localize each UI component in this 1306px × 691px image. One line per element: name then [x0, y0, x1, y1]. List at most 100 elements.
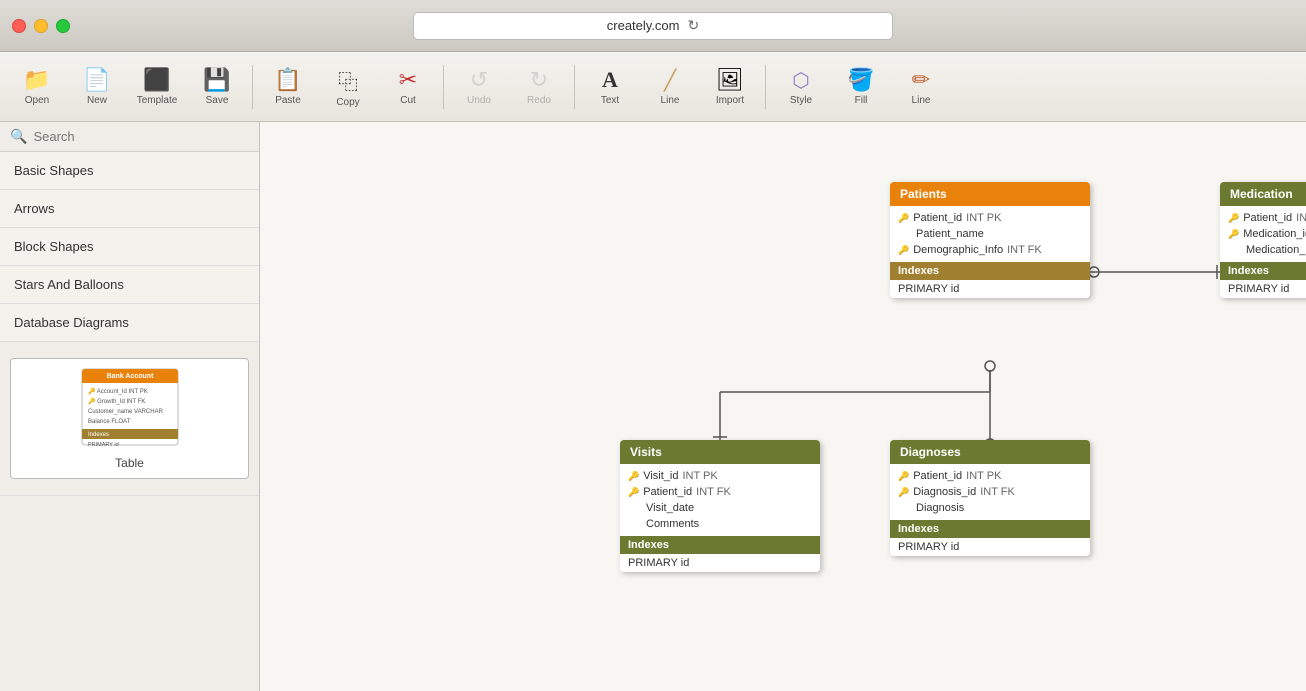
sidebar-item-arrows[interactable]: Arrows — [0, 190, 259, 228]
field-name: Diagnosis — [916, 502, 964, 514]
field-name: Patient_id — [1243, 212, 1292, 224]
minimize-button[interactable] — [34, 19, 48, 33]
undo-label: Undo — [467, 95, 491, 106]
sidebar-item-label: Block Shapes — [14, 239, 94, 254]
paste-button[interactable]: 📋 Paste — [259, 57, 317, 117]
separator-4 — [765, 65, 766, 109]
table-row: 🔑 Visit_id INT PK — [620, 468, 820, 484]
sidebar-item-stars-balloons[interactable]: Stars And Balloons — [0, 266, 259, 304]
open-label: Open — [25, 95, 49, 106]
key-icon: 🔑 — [898, 471, 909, 482]
redo-button[interactable]: ↻ Redo — [510, 57, 568, 117]
fill-icon: 🪣 — [847, 67, 874, 93]
diagnoses-body: 🔑 Patient_id INT PK 🔑 Diagnosis_id INT F… — [890, 464, 1090, 520]
key-icon: 🔑 — [628, 471, 639, 482]
save-label: Save — [206, 95, 229, 106]
patients-table[interactable]: Patients 🔑 Patient_id INT PK Patient_nam… — [890, 182, 1090, 298]
diagnoses-table[interactable]: Diagnoses 🔑 Patient_id INT PK 🔑 Diagnosi… — [890, 440, 1090, 556]
style-icon: ⬡ — [792, 68, 809, 93]
style-button[interactable]: ⬡ Style — [772, 57, 830, 117]
line-style-icon: ✏ — [912, 67, 930, 93]
template-icon: ⬛ — [143, 67, 170, 93]
sidebar-item-basic-shapes[interactable]: Basic Shapes — [0, 152, 259, 190]
medication-title: Medication — [1220, 182, 1306, 206]
field-name: Diagnosis_id — [913, 486, 976, 498]
close-button[interactable] — [12, 19, 26, 33]
maximize-button[interactable] — [56, 19, 70, 33]
field-type: INT FK — [696, 486, 731, 498]
visits-index-row: PRIMARY id — [620, 554, 820, 572]
key-icon: 🔑 — [1228, 213, 1239, 224]
line-style-button[interactable]: ✏ Line — [892, 57, 950, 117]
sidebar: 🔍 Basic Shapes Arrows Block Shapes Stars… — [0, 122, 260, 691]
medication-table[interactable]: Medication 🔑 Patient_id INT PK 🔑 Medicat… — [1220, 182, 1306, 298]
cut-label: Cut — [400, 95, 416, 106]
search-bar: 🔍 — [0, 122, 259, 152]
field-name: Patient_id — [643, 486, 692, 498]
table-row: 🔑 Patient_id INT FK — [620, 484, 820, 500]
table-row: Medication_name — [1220, 242, 1306, 258]
fill-label: Fill — [855, 95, 868, 106]
new-label: New — [87, 95, 107, 106]
svg-text:Indexes: Indexes — [88, 432, 109, 438]
diagnoses-title: Diagnoses — [890, 440, 1090, 464]
sidebar-item-label: Database Diagrams — [14, 315, 129, 330]
field-name: Patient_id — [913, 470, 962, 482]
field-name: Patient_id — [913, 212, 962, 224]
url-bar[interactable]: creately.com ↻ — [413, 12, 893, 40]
diagnoses-indexes-header: Indexes — [890, 520, 1090, 538]
toolbar: 📁 Open 📄 New ⬛ Template 💾 Save 📋 Paste ⿻… — [0, 52, 1306, 122]
field-type: INT FK — [1007, 244, 1042, 256]
svg-text:Balance FLOAT: Balance FLOAT — [88, 419, 131, 425]
table-row: Comments — [620, 516, 820, 532]
table-row: 🔑 Diagnosis_id INT FK — [890, 484, 1090, 500]
table-row: Diagnosis — [890, 500, 1090, 516]
line-draw-icon: ╱ — [664, 68, 676, 93]
undo-icon: ↺ — [470, 67, 488, 93]
field-type: INT PK — [966, 212, 1001, 224]
open-button[interactable]: 📁 Open — [8, 57, 66, 117]
sidebar-item-label: Basic Shapes — [14, 163, 94, 178]
cut-button[interactable]: ✂ Cut — [379, 57, 437, 117]
paste-label: Paste — [275, 95, 301, 106]
key-icon: 🔑 — [898, 245, 909, 256]
save-button[interactable]: 💾 Save — [188, 57, 246, 117]
template-button[interactable]: ⬛ Template — [128, 57, 186, 117]
undo-button[interactable]: ↺ Undo — [450, 57, 508, 117]
canvas-area[interactable]: Patients 🔑 Patient_id INT PK Patient_nam… — [260, 122, 1306, 691]
refresh-icon[interactable]: ↻ — [688, 17, 700, 34]
import-button[interactable]: 🖼 Import — [701, 57, 759, 117]
copy-icon: ⿻ — [338, 66, 358, 95]
svg-text:Bank Account: Bank Account — [106, 373, 153, 380]
table-thumbnail: Bank Account 🔑 Account_Id INT PK 🔑 Growt… — [80, 367, 180, 447]
line-button[interactable]: ╱ Line — [641, 57, 699, 117]
field-name: Medication_name — [1246, 244, 1306, 256]
svg-text:PRIMARY id: PRIMARY id — [88, 442, 119, 447]
field-name: Visit_date — [646, 502, 694, 514]
connectors-svg — [260, 122, 1306, 691]
fill-button[interactable]: 🪣 Fill — [832, 57, 890, 117]
style-label: Style — [790, 95, 812, 106]
cut-icon: ✂ — [399, 67, 417, 93]
open-icon: 📁 — [23, 67, 50, 93]
table-row: 🔑 Demographic_Info INT FK — [890, 242, 1090, 258]
search-input[interactable] — [33, 129, 249, 144]
field-type: INT FK — [980, 486, 1015, 498]
table-row: 🔑 Medication_id INT FK — [1220, 226, 1306, 242]
new-button[interactable]: 📄 New — [68, 57, 126, 117]
text-button[interactable]: A Text — [581, 57, 639, 117]
copy-button[interactable]: ⿻ Copy — [319, 57, 377, 117]
text-icon: A — [602, 67, 618, 93]
field-name: Comments — [646, 518, 699, 530]
table-row: 🔑 Patient_id INT PK — [890, 210, 1090, 226]
visits-table[interactable]: Visits 🔑 Visit_id INT PK 🔑 Patient_id IN… — [620, 440, 820, 572]
visits-indexes-header: Indexes — [620, 536, 820, 554]
sidebar-item-database-diagrams[interactable]: Database Diagrams — [0, 304, 259, 342]
medication-indexes-header: Indexes — [1220, 262, 1306, 280]
medication-body: 🔑 Patient_id INT PK 🔑 Medication_id INT … — [1220, 206, 1306, 262]
separator-3 — [574, 65, 575, 109]
sidebar-item-block-shapes[interactable]: Block Shapes — [0, 228, 259, 266]
medication-index-row: PRIMARY id — [1220, 280, 1306, 298]
url-text: creately.com — [607, 18, 680, 33]
separator-2 — [443, 65, 444, 109]
